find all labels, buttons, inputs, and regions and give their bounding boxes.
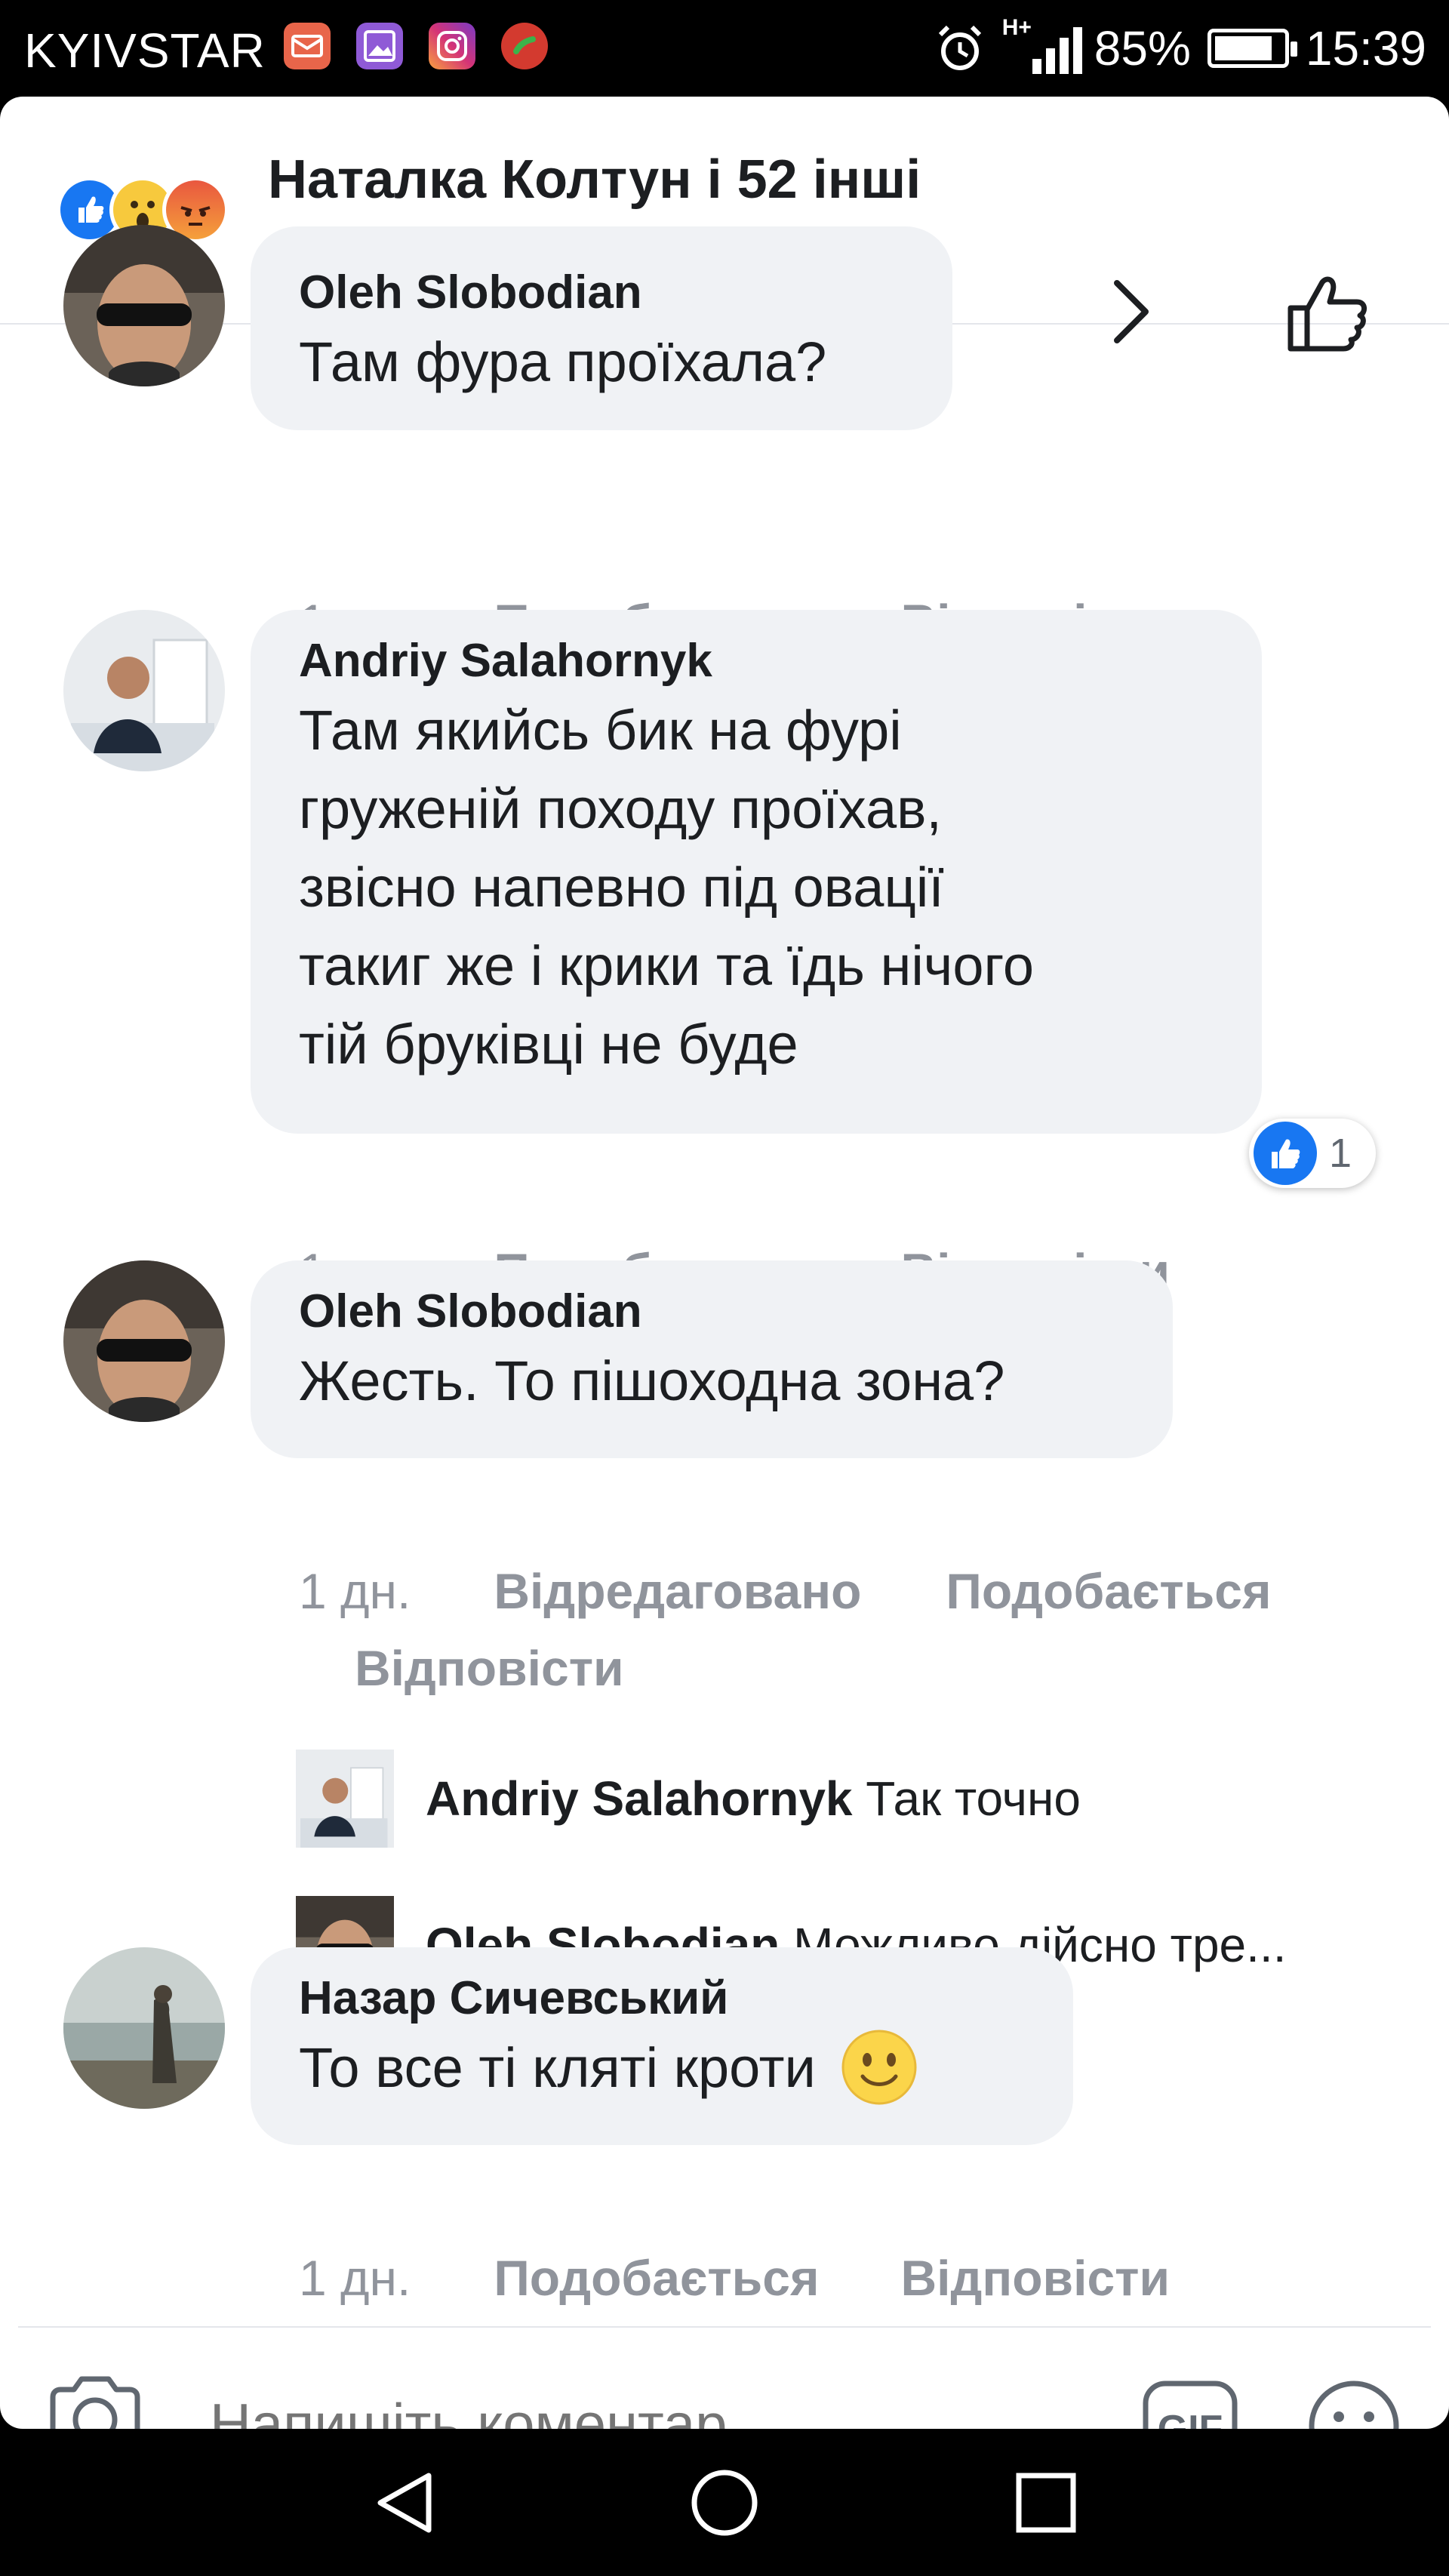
like-reaction-icon — [1254, 1122, 1317, 1185]
comment-text-line: такиг же і крики та їдь нічого — [299, 934, 1034, 997]
comment-bubble[interactable]: Oleh Slobodian Там фура проїхала? — [251, 226, 952, 430]
comment-time: 1 дн. — [299, 2250, 411, 2306]
alarm-icon — [938, 25, 981, 70]
like-comment-button[interactable]: Подобається — [494, 2250, 819, 2306]
chevron-right-icon[interactable] — [1103, 274, 1156, 349]
clock: 15:39 — [1305, 21, 1426, 75]
back-icon[interactable] — [367, 2465, 442, 2541]
comment-actions-wrap: Відповісти — [355, 1630, 706, 1706]
battery-percent: 85% — [1094, 21, 1191, 75]
comment-text-line: звісно напевно під овації — [299, 856, 944, 919]
like-post-icon[interactable] — [1283, 272, 1374, 355]
like-comment-button[interactable]: Подобається — [946, 1563, 1271, 1619]
reply-author[interactable]: Andriy Salahornyk — [426, 1771, 853, 1826]
comment-text: Там фура проїхала? — [299, 331, 827, 393]
comment-text: Жесть. То пішоходна зона? — [299, 1350, 1005, 1412]
comment-input[interactable] — [208, 2391, 1117, 2429]
reply-button[interactable]: Відповісти — [355, 1640, 624, 1696]
smiling-face-emoji — [841, 2030, 917, 2105]
comment-author[interactable]: Oleh Slobodian — [299, 1282, 1124, 1342]
comments-sheet: Наталка Колтун і 52 інші особи Oleh Slob… — [0, 97, 1449, 2429]
avatar[interactable] — [63, 610, 225, 771]
comment-time: 1 дн. — [299, 1563, 411, 1619]
camera-icon[interactable] — [47, 2374, 143, 2429]
composer-divider — [18, 2326, 1431, 2328]
reply-content: Andriy Salahornyk Так точно — [426, 1771, 1081, 1827]
gif-button[interactable]: GIF — [1141, 2379, 1239, 2429]
battery-icon — [1207, 29, 1297, 68]
signal-icon: H+ — [1001, 15, 1082, 80]
mail-notification-icon — [284, 23, 331, 69]
comment-text-line: Там якийсь бик на фурі — [299, 699, 902, 762]
avatar[interactable] — [63, 225, 225, 386]
status-bar: KYIVSTAR H+ 85% 15:39 — [0, 0, 1449, 97]
gallery-notification-icon — [356, 23, 403, 69]
comment-text: То все ті кляті кроти — [299, 2029, 1025, 2107]
carrier-name: KYIVSTAR — [24, 23, 266, 78]
emoji-picker-icon[interactable] — [1306, 2377, 1402, 2429]
reply-item[interactable]: Andriy Salahornyk Так точно — [296, 1750, 1428, 1848]
instagram-notification-icon — [429, 23, 475, 69]
edited-label: Відредаговано — [494, 1563, 862, 1619]
comment-reaction-badge[interactable]: 1 — [1249, 1119, 1376, 1188]
avatar[interactable] — [296, 1750, 394, 1848]
network-type: H+ — [1001, 15, 1032, 40]
reply-button[interactable]: Відповісти — [900, 2250, 1170, 2306]
comment-actions: 1 дн. Відредаговано Подобається — [299, 1553, 1272, 1629]
reply-text: Так точно — [866, 1771, 1081, 1826]
avatar[interactable] — [63, 1947, 225, 2109]
comment-bubble[interactable]: Назар Сичевський То все ті кляті кроти — [251, 1947, 1073, 2145]
comment-author[interactable]: Назар Сичевський — [299, 1968, 1025, 2029]
system-nav-bar — [0, 2429, 1449, 2576]
comment-author[interactable]: Andriy Salahornyk — [299, 631, 1214, 691]
comment-bubble[interactable]: Andriy Salahornyk Там якийсь бик на фурі… — [251, 610, 1262, 1134]
gif-label: GIF — [1158, 2408, 1223, 2429]
comment-actions: 1 дн. Подобається Відповісти — [299, 2240, 1251, 2316]
avatar[interactable] — [63, 1260, 225, 1422]
reaction-count: 1 — [1329, 1131, 1352, 1176]
home-icon[interactable] — [687, 2465, 762, 2541]
comment-author[interactable]: Oleh Slobodian — [299, 263, 904, 323]
comment-text-line: тій бруківці не буде — [299, 1013, 798, 1076]
phone-missed-call-icon — [501, 23, 548, 69]
comment-text-line: груженій походу проїхав, — [299, 777, 942, 840]
comment-bubble[interactable]: Oleh Slobodian Жесть. То пішоходна зона? — [251, 1260, 1173, 1458]
status-indicators: H+ 85% 15:39 — [934, 15, 1426, 80]
recent-apps-icon[interactable] — [1008, 2465, 1084, 2541]
